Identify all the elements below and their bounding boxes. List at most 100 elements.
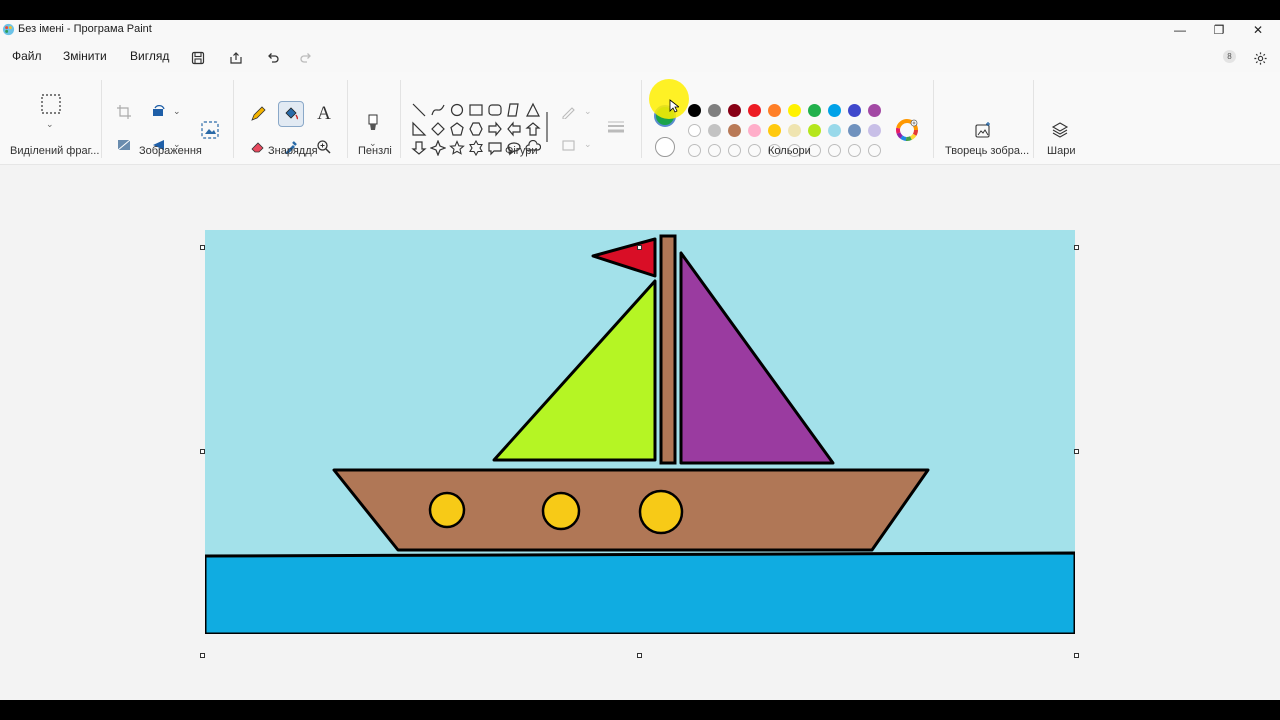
ribbon-separator (400, 80, 401, 158)
image-creator-icon (975, 122, 990, 138)
drawing-canvas[interactable] (205, 230, 1075, 634)
rect-callout-shape-icon[interactable] (487, 140, 503, 156)
resize-handle-bottom[interactable] (637, 653, 642, 658)
menu-file[interactable]: Файл (12, 49, 42, 63)
edit-colors-button[interactable] (894, 117, 920, 143)
palette-color-swatch[interactable] (808, 104, 821, 117)
brushes-button[interactable] (360, 110, 386, 136)
custom-color-slot[interactable] (728, 144, 741, 157)
group-label-image-creator: Творець зобра... (945, 145, 1030, 157)
crop-button[interactable] (113, 101, 135, 123)
palette-color-swatch[interactable] (748, 124, 761, 137)
outline-button[interactable] (558, 101, 580, 123)
down-arrow-shape-icon[interactable] (411, 140, 427, 156)
custom-color-slot[interactable] (868, 144, 881, 157)
oval-shape-icon[interactable] (449, 102, 465, 118)
share-button[interactable] (225, 48, 247, 68)
undo-button[interactable] (262, 48, 284, 68)
resize-handle-bottom-right[interactable] (1074, 653, 1079, 658)
porthole (638, 489, 684, 535)
resize-handle-left[interactable] (200, 449, 205, 454)
palette-color-swatch[interactable] (788, 124, 801, 137)
palette-color-swatch[interactable] (708, 124, 721, 137)
line-shape-icon[interactable] (411, 102, 427, 118)
custom-color-slot[interactable] (748, 144, 761, 157)
shapes-scrollbar[interactable] (546, 112, 548, 142)
image-creator-button[interactable] (970, 117, 996, 143)
palette-color-swatch[interactable] (728, 124, 741, 137)
curve-shape-icon[interactable] (430, 102, 446, 118)
right-triangle-shape-icon[interactable] (411, 121, 427, 137)
select-tool[interactable] (37, 90, 65, 118)
resize-handle-top[interactable] (637, 245, 642, 250)
five-point-star-shape-icon[interactable] (449, 140, 465, 156)
four-point-star-shape-icon[interactable] (430, 140, 446, 156)
minimize-button[interactable]: — (1160, 20, 1200, 40)
menu-view[interactable]: Вигляд (130, 49, 169, 63)
diamond-shape-icon[interactable] (430, 121, 446, 137)
palette-color-swatch[interactable] (828, 124, 841, 137)
resize-icon (117, 139, 131, 151)
shape-fill-button[interactable] (558, 134, 580, 156)
palette-color-swatch[interactable] (868, 124, 881, 137)
rotate-button[interactable] (148, 101, 170, 123)
palette-color-swatch[interactable] (688, 104, 701, 117)
ribbon-separator (101, 80, 102, 158)
custom-color-slot[interactable] (688, 144, 701, 157)
palette-color-swatch[interactable] (708, 104, 721, 117)
resize-button[interactable] (113, 134, 135, 156)
palette-color-swatch[interactable] (808, 124, 821, 137)
resize-handle-top-right[interactable] (1074, 245, 1079, 250)
palette-color-swatch[interactable] (828, 104, 841, 117)
settings-button[interactable] (1249, 48, 1271, 68)
save-button[interactable] (187, 48, 209, 68)
close-button[interactable]: ✕ (1238, 20, 1278, 40)
palette-color-swatch[interactable] (868, 104, 881, 117)
restore-button[interactable]: ❐ (1199, 20, 1239, 40)
hexagon-shape-icon[interactable] (468, 121, 484, 137)
porthole (541, 491, 581, 531)
palette-color-swatch[interactable] (848, 104, 861, 117)
six-point-star-shape-icon[interactable] (468, 140, 484, 156)
resize-handle-right[interactable] (1074, 449, 1079, 454)
palette-color-swatch[interactable] (728, 104, 741, 117)
rounded-rectangle-shape-icon[interactable] (487, 102, 503, 118)
group-label-tools: Знаряддя (268, 145, 318, 157)
account-badge[interactable]: 8 (1223, 50, 1236, 63)
rectangle-shape-icon[interactable] (468, 102, 484, 118)
palette-color-swatch[interactable] (768, 104, 781, 117)
fill-tool[interactable] (278, 101, 304, 127)
line-size-button[interactable] (603, 114, 629, 140)
pencil-tool[interactable] (245, 101, 271, 127)
palette-color-swatch[interactable] (688, 124, 701, 137)
custom-color-slot[interactable] (848, 144, 861, 157)
rotate-icon (153, 105, 165, 116)
rotate-dropdown-chevron-icon[interactable]: ⌄ (173, 106, 181, 117)
palette-color-swatch[interactable] (748, 104, 761, 117)
custom-color-slot[interactable] (708, 144, 721, 157)
group-label-image: Зображення (139, 145, 202, 157)
resize-handle-top-left[interactable] (200, 245, 205, 250)
resize-handle-bottom-left[interactable] (200, 653, 205, 658)
outline-dropdown-chevron-icon[interactable]: ⌄ (584, 106, 592, 117)
mast (659, 234, 677, 465)
shape-fill-dropdown-chevron-icon[interactable]: ⌄ (584, 139, 592, 150)
right-arrow-shape-icon[interactable] (487, 121, 503, 137)
custom-color-slot[interactable] (828, 144, 841, 157)
pentagon-shape-icon[interactable] (449, 121, 465, 137)
polygon-shape-icon[interactable] (506, 102, 522, 118)
palette-color-swatch[interactable] (768, 124, 781, 137)
palette-color-swatch[interactable] (788, 104, 801, 117)
remove-background-button[interactable] (197, 117, 223, 143)
select-dropdown-chevron-icon[interactable]: ⌄ (46, 119, 54, 130)
triangle-shape-icon[interactable] (525, 102, 541, 118)
secondary-color-swatch[interactable] (655, 137, 675, 157)
palette-color-swatch[interactable] (848, 124, 861, 137)
up-arrow-shape-icon[interactable] (525, 121, 541, 137)
redo-button[interactable] (295, 48, 317, 68)
layers-button[interactable] (1047, 117, 1073, 143)
menu-edit[interactable]: Змінити (63, 49, 107, 63)
color-wheel-icon (896, 119, 918, 141)
text-tool[interactable]: A (311, 101, 337, 127)
left-arrow-shape-icon[interactable] (506, 121, 522, 137)
